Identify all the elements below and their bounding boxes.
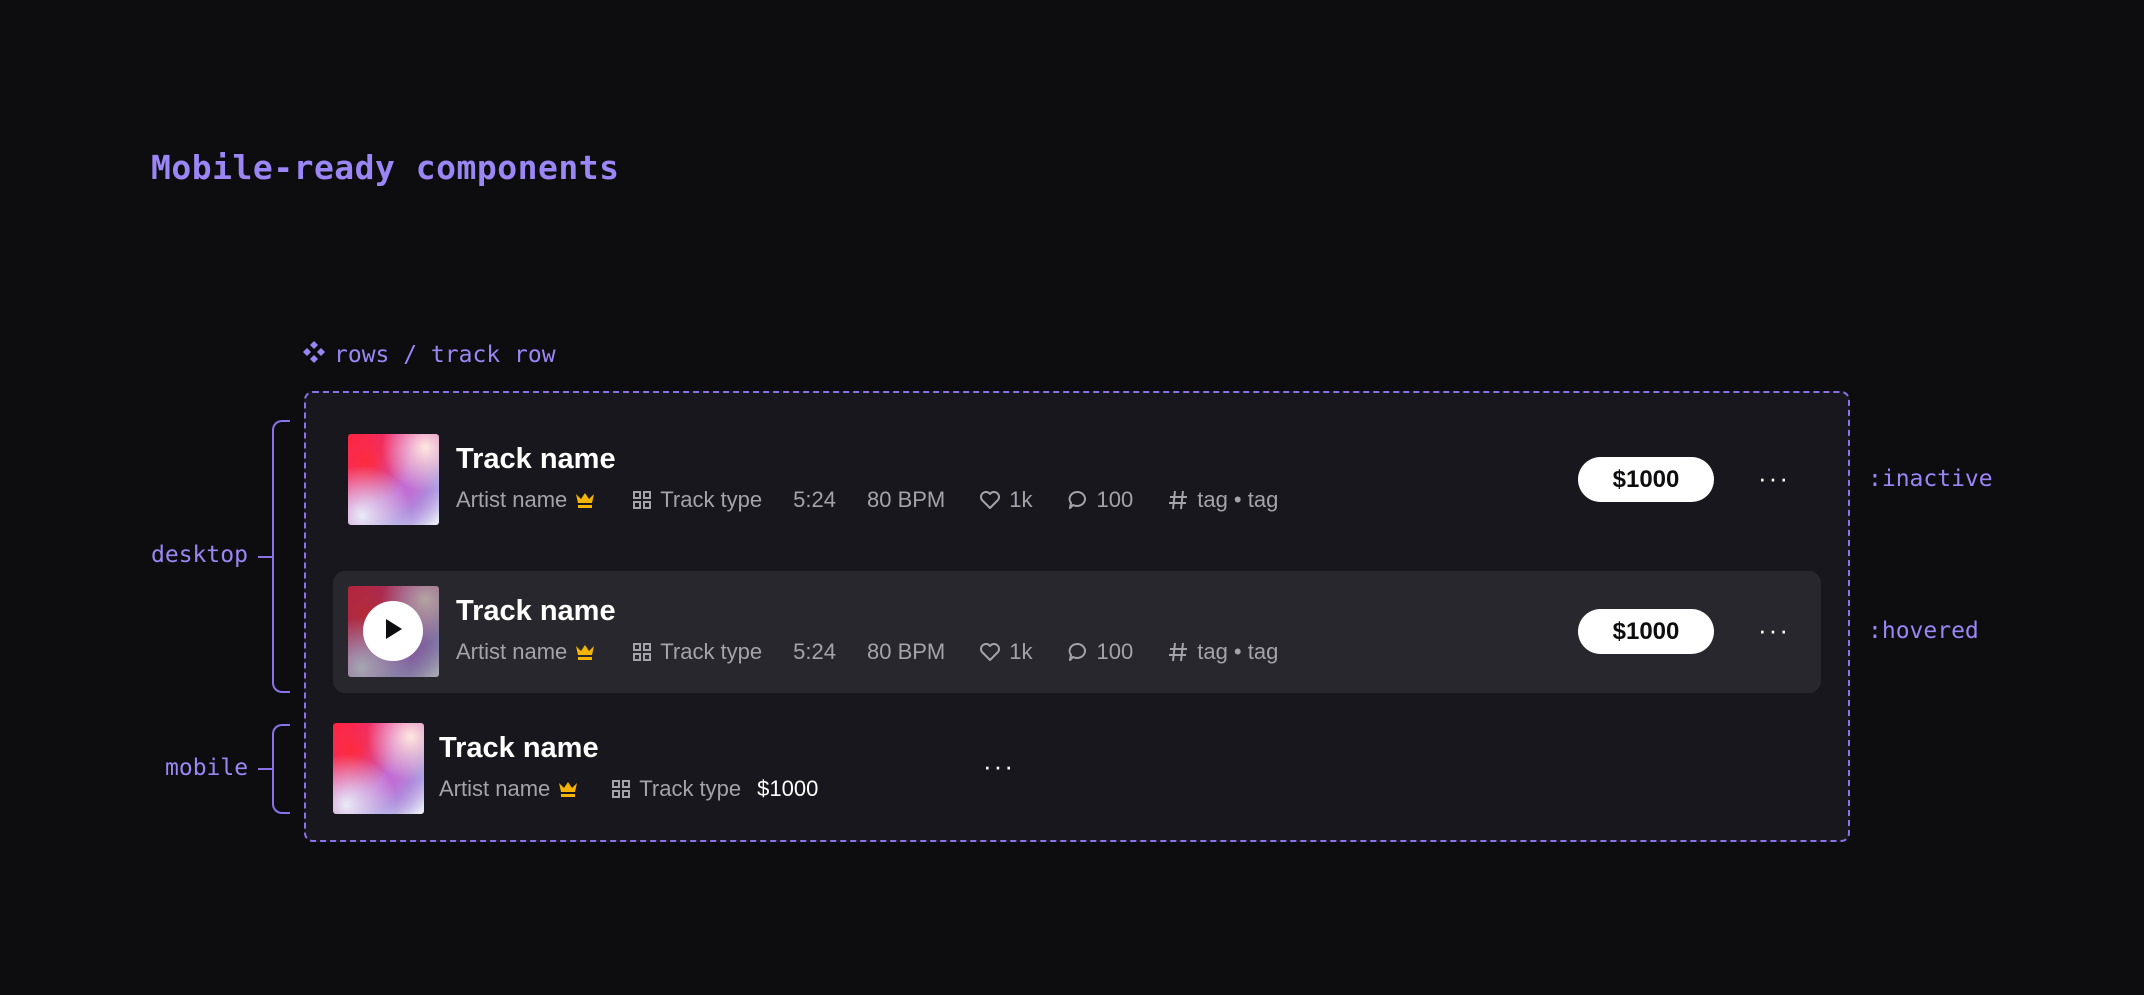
grid-icon xyxy=(632,490,652,510)
state-label-hovered: :hovered xyxy=(1868,618,1979,644)
track-title[interactable]: Track name xyxy=(456,595,616,628)
duration: 5:24 xyxy=(793,639,836,664)
cover-art[interactable] xyxy=(333,723,424,814)
tags[interactable]: tag • tag xyxy=(1197,639,1278,665)
mobile-bracket-tick xyxy=(258,768,272,770)
artist-item[interactable]: Artist name xyxy=(456,487,595,513)
comments-count: 100 xyxy=(1096,639,1134,664)
grid-icon xyxy=(611,779,631,799)
track-type-item: Track type xyxy=(611,776,741,802)
more-options-button[interactable]: ··· xyxy=(1758,465,1790,491)
crown-icon xyxy=(575,491,595,509)
bpm: 80 BPM xyxy=(866,487,946,512)
desktop-bracket xyxy=(272,420,290,693)
component-label: rows / track row xyxy=(302,340,556,370)
component-icon xyxy=(302,340,326,370)
comment-icon xyxy=(1067,641,1089,663)
comment-icon xyxy=(1067,489,1089,511)
comments-item[interactable]: 100 xyxy=(1067,639,1134,665)
hashtag-icon xyxy=(1167,641,1189,663)
mobile-bracket xyxy=(272,724,290,814)
track-title[interactable]: Track name xyxy=(456,443,616,476)
artist-name[interactable]: Artist name xyxy=(456,487,567,513)
track-meta: Artist name Track type 5:24 80 BPM 1k 10… xyxy=(456,487,1278,513)
likes-item[interactable]: 1k xyxy=(979,639,1033,665)
component-path: rows / track row xyxy=(334,342,556,368)
tags[interactable]: tag • tag xyxy=(1197,487,1278,513)
comments-count: 100 xyxy=(1096,487,1134,512)
mobile-label: mobile xyxy=(165,755,249,781)
track-meta: Artist name Track type $1000 xyxy=(439,776,818,802)
track-type: Track type xyxy=(660,639,763,664)
grid-icon xyxy=(632,642,652,662)
bpm: 80 BPM xyxy=(866,639,946,664)
track-meta: Artist name Track type 5:24 80 BPM 1k 10… xyxy=(456,639,1278,665)
track-type-item: Track type xyxy=(632,487,762,513)
track-title[interactable]: Track name xyxy=(439,732,599,765)
crown-icon xyxy=(558,780,578,798)
play-button[interactable] xyxy=(363,601,423,661)
desktop-label: desktop xyxy=(151,542,248,568)
track-type: Track type xyxy=(660,487,763,512)
tags-item[interactable]: tag • tag xyxy=(1167,639,1278,665)
tags-item[interactable]: tag • tag xyxy=(1167,487,1278,513)
artist-item[interactable]: Artist name xyxy=(456,639,595,665)
artist-name[interactable]: Artist name xyxy=(456,639,567,665)
crown-icon xyxy=(575,643,595,661)
comments-item[interactable]: 100 xyxy=(1067,487,1134,513)
cover-art[interactable] xyxy=(348,434,439,525)
track-type: Track type xyxy=(639,776,742,801)
duration: 5:24 xyxy=(793,487,836,512)
price-text[interactable]: $1000 xyxy=(757,776,818,802)
artist-name[interactable]: Artist name xyxy=(439,776,550,802)
likes-count: 1k xyxy=(1009,487,1033,512)
heart-icon xyxy=(979,642,1001,662)
more-options-button[interactable]: ··· xyxy=(983,753,1015,779)
artist-item[interactable]: Artist name xyxy=(439,776,578,802)
price-button[interactable]: $1000 xyxy=(1578,609,1714,654)
page-title: Mobile-ready components xyxy=(151,148,620,187)
heart-icon xyxy=(979,490,1001,510)
hashtag-icon xyxy=(1167,489,1189,511)
track-type-item: Track type xyxy=(632,639,762,665)
likes-item[interactable]: 1k xyxy=(979,487,1033,513)
state-label-inactive: :inactive xyxy=(1868,466,1993,492)
more-options-button[interactable]: ··· xyxy=(1758,617,1790,643)
play-icon xyxy=(382,617,404,646)
likes-count: 1k xyxy=(1009,639,1033,664)
price-button[interactable]: $1000 xyxy=(1578,457,1714,502)
desktop-bracket-tick xyxy=(258,556,272,558)
